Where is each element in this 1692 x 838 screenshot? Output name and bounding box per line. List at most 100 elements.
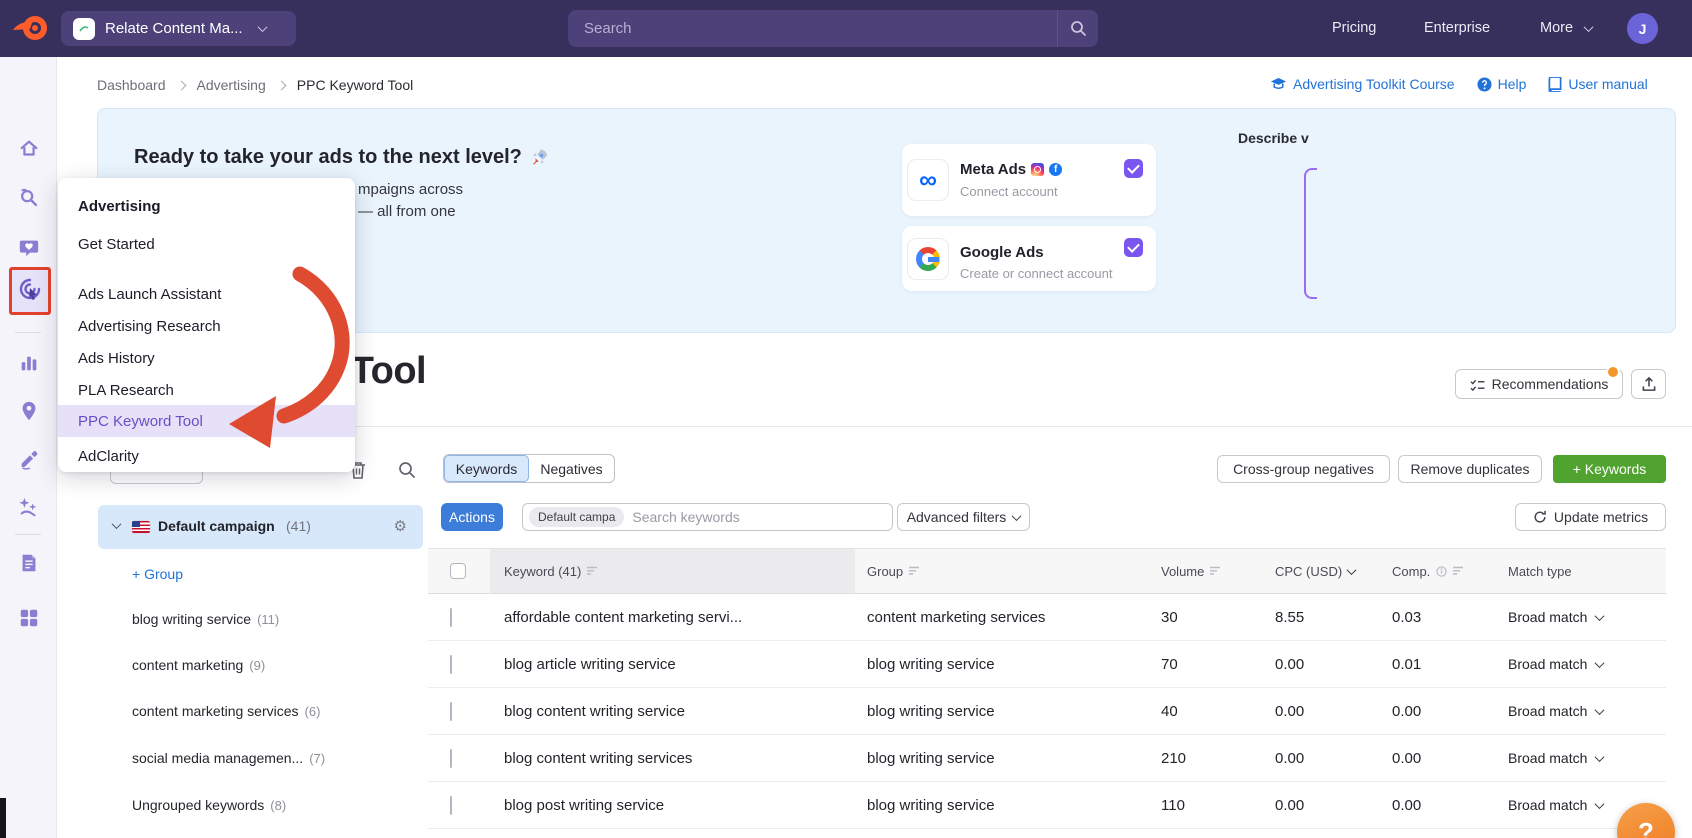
column-header-match-type[interactable]: Match type	[1500, 564, 1666, 579]
add-group-button[interactable]: + Group	[132, 566, 183, 582]
match-type-dropdown[interactable]: Broad match	[1500, 609, 1666, 625]
campaign-row[interactable]: Default campaign (41) ⚙	[98, 505, 423, 549]
help-icon	[1477, 76, 1492, 92]
more-menu[interactable]: More	[1540, 20, 1594, 36]
match-type-dropdown[interactable]: Broad match	[1500, 750, 1666, 766]
rocket-emoji	[533, 149, 547, 165]
pricing-link[interactable]: Pricing	[1332, 20, 1376, 36]
search-icon[interactable]	[1058, 20, 1098, 37]
match-type-dropdown[interactable]: Broad match	[1500, 703, 1666, 719]
keyword-cell[interactable]: blog article writing service	[490, 656, 855, 673]
project-name-label: Relate Content Ma...	[105, 20, 243, 37]
sidebar-item-advertising[interactable]	[18, 277, 42, 306]
keyword-cell[interactable]: affordable content marketing servi...	[490, 609, 855, 626]
chevron-down-icon[interactable]	[111, 519, 122, 530]
tab-negatives[interactable]: Negatives	[529, 455, 614, 482]
update-metrics-button[interactable]: Update metrics	[1515, 503, 1666, 531]
group-cell[interactable]: content marketing services	[855, 609, 1155, 626]
menu-item-adclarity[interactable]: AdClarity	[58, 440, 355, 472]
group-item[interactable]: content marketing (9)	[132, 657, 265, 675]
keyword-cell[interactable]: blog post writing service	[490, 797, 855, 814]
row-checkbox[interactable]	[450, 748, 452, 768]
sidebar-item-ai-tools[interactable]	[17, 495, 41, 519]
meta-ads-title: Meta Ads	[960, 161, 1063, 178]
sidebar-item-content[interactable]	[17, 447, 41, 471]
sort-icon[interactable]	[1210, 566, 1221, 576]
group-item[interactable]: social media managemen... (7)	[132, 750, 325, 768]
menu-item-ads-launch-assistant[interactable]: Ads Launch Assistant	[58, 278, 355, 310]
keyword-cell[interactable]: blog content writing service	[490, 703, 855, 720]
export-icon	[1642, 376, 1655, 391]
actions-button[interactable]: Actions	[441, 503, 503, 531]
column-header-group[interactable]: Group	[855, 564, 1155, 579]
sidebar-item-apps[interactable]	[17, 606, 41, 630]
column-header-keyword[interactable]: Keyword (41)	[490, 549, 855, 593]
help-link[interactable]: Help	[1477, 76, 1526, 92]
breadcrumb-advertising[interactable]: Advertising	[197, 77, 266, 93]
keyword-cell[interactable]: blog content writing services	[490, 750, 855, 767]
breadcrumb: Dashboard Advertising PPC Keyword Tool	[97, 77, 413, 93]
sort-icon[interactable]	[587, 566, 598, 576]
group-item[interactable]: content marketing services (6)	[132, 703, 320, 721]
group-cell[interactable]: blog writing service	[855, 750, 1155, 767]
add-keywords-button[interactable]: + Keywords	[1553, 455, 1666, 483]
gear-icon[interactable]: ⚙	[394, 517, 407, 535]
table-row: blog post writing service blog writing s…	[428, 782, 1666, 829]
sort-icon[interactable]	[1453, 566, 1464, 576]
row-checkbox[interactable]	[450, 795, 452, 815]
project-selector-button[interactable]: Relate Content Ma...	[61, 11, 296, 46]
match-type-dropdown[interactable]: Broad match	[1500, 656, 1666, 672]
sort-icon[interactable]	[909, 566, 920, 576]
meta-ads-checkbox[interactable]	[1124, 159, 1143, 178]
campaign-count: (41)	[286, 518, 311, 534]
menu-item-get-started[interactable]: Get Started	[58, 228, 355, 260]
user-manual-link[interactable]: User manual	[1548, 76, 1648, 92]
sidebar-item-home[interactable]	[17, 137, 41, 161]
recommendations-button[interactable]: Recommendations	[1455, 365, 1623, 399]
row-checkbox[interactable]	[450, 607, 452, 627]
quick-links: Advertising Toolkit Course Help User man…	[1270, 76, 1648, 92]
global-search-bar[interactable]: Search	[568, 10, 1098, 47]
sidebar-item-seo[interactable]	[17, 186, 41, 210]
sidebar-item-analytics[interactable]	[17, 351, 41, 375]
semrush-logo-icon[interactable]	[10, 13, 50, 43]
menu-item-ppc-keyword-tool[interactable]: PPC Keyword Tool	[58, 405, 355, 437]
row-checkbox[interactable]	[450, 701, 452, 721]
export-button[interactable]	[1631, 369, 1666, 399]
describe-textarea-edge[interactable]	[1304, 168, 1317, 299]
group-search-icon[interactable]	[398, 461, 416, 484]
campaign-filter-chip[interactable]: Default campa	[529, 507, 625, 527]
menu-item-pla-research[interactable]: PLA Research	[58, 374, 355, 406]
user-avatar[interactable]: J	[1627, 13, 1658, 44]
column-header-comp[interactable]: Comp.	[1385, 564, 1500, 579]
google-ads-checkbox[interactable]	[1124, 238, 1143, 257]
column-header-cpc[interactable]: CPC (USD)	[1268, 564, 1385, 579]
ppc-keyword-tool-page: Relate Content Ma... Search Pricing Ente…	[0, 0, 1692, 838]
group-cell[interactable]: blog writing service	[855, 703, 1155, 720]
group-item[interactable]: Ungrouped keywords (8)	[132, 797, 286, 815]
sidebar-item-reports[interactable]	[17, 551, 41, 575]
keyword-search-input[interactable]: Default campa Search keywords	[522, 503, 893, 531]
meta-ads-card[interactable]: ∞ Meta Ads Connect account	[902, 144, 1156, 216]
menu-item-advertising-research[interactable]: Advertising Research	[58, 310, 355, 342]
toolkit-course-label: Advertising Toolkit Course	[1293, 76, 1455, 92]
row-checkbox[interactable]	[450, 654, 452, 674]
menu-item-ads-history[interactable]: Ads History	[58, 342, 355, 374]
google-ads-card[interactable]: Google Ads Create or connect account	[902, 226, 1156, 291]
select-all-checkbox[interactable]	[450, 563, 466, 579]
comp-cell: 0.00	[1392, 749, 1422, 767]
sidebar-item-social[interactable]	[17, 236, 41, 260]
sidebar-item-local[interactable]	[17, 399, 41, 423]
advanced-filters-button[interactable]: Advanced filters	[897, 503, 1030, 531]
column-header-volume[interactable]: Volume	[1155, 564, 1268, 579]
group-item[interactable]: blog writing service (11)	[132, 611, 279, 629]
group-cell[interactable]: blog writing service	[855, 797, 1155, 814]
remove-duplicates-button[interactable]: Remove duplicates	[1398, 455, 1542, 483]
user-manual-label: User manual	[1568, 76, 1648, 92]
toolkit-course-link[interactable]: Advertising Toolkit Course	[1270, 76, 1455, 92]
enterprise-link[interactable]: Enterprise	[1424, 20, 1490, 36]
tab-keywords[interactable]: Keywords	[444, 455, 529, 482]
group-cell[interactable]: blog writing service	[855, 656, 1155, 673]
cross-group-negatives-button[interactable]: Cross-group negatives	[1217, 455, 1390, 483]
breadcrumb-dashboard[interactable]: Dashboard	[97, 77, 166, 93]
